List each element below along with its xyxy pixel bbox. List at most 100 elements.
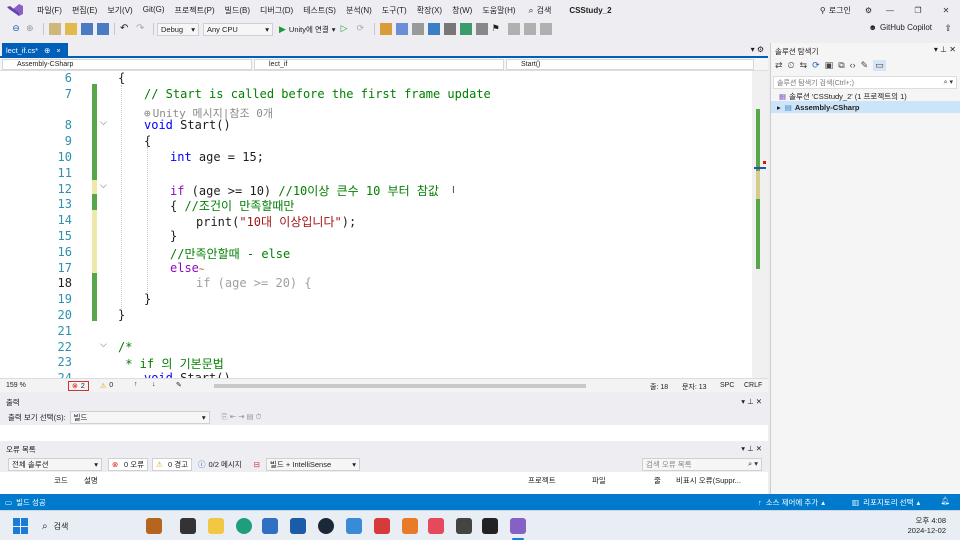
errors-filter-button[interactable]: ⊗ 0 오류 [108, 457, 148, 471]
code-line[interactable]: { //조건이 만족할때만 [170, 197, 294, 214]
sync-icon[interactable]: ⇄ [775, 60, 783, 71]
code-line[interactable]: if (age >= 10) //10이상 큰수 10 부터 참값 [170, 182, 439, 199]
column-suppression[interactable]: 비표시 오류(Suppr... [676, 475, 741, 486]
warnings-filter-button[interactable]: ⚠ 0 경고 [152, 457, 192, 471]
menu-item[interactable]: 도움말(H) [477, 5, 520, 16]
code-line[interactable]: { [118, 71, 125, 85]
taskbar-search[interactable]: ⌕ 검색 [36, 517, 140, 535]
menu-item[interactable]: 보기(V) [102, 5, 137, 16]
settings-icon[interactable]: ⚙ [865, 6, 872, 15]
expand-icon[interactable]: ▸ [777, 103, 781, 112]
share-icon[interactable]: ⇪ [944, 23, 952, 34]
platform-dropdown[interactable]: Any CPU ▾ [203, 22, 273, 36]
menu-search[interactable]: ⌕ 검색 [529, 5, 552, 16]
output-tools-icon[interactable]: ⎘ ⇤ ⇥ ▤ ⏱ [222, 412, 262, 422]
menu-item[interactable]: 디버그(D) [255, 5, 298, 16]
edge-icon[interactable] [236, 518, 252, 534]
toolbar-icon-b[interactable] [395, 23, 408, 35]
panel-controls-icon[interactable]: ▾ ⊥ ✕ [741, 397, 762, 406]
history-icon[interactable]: ⏲ [788, 60, 795, 71]
column-file[interactable]: 파일 [592, 475, 606, 486]
panel-controls-icon[interactable]: ▾ ⊥ ✕ [934, 45, 956, 54]
close-tab-icon[interactable]: × [56, 46, 60, 55]
menu-item[interactable]: 도구(T) [377, 5, 412, 16]
code-editor[interactable]: ⌵ ⌵ ⌵ {// Start is called before the fir… [0, 71, 768, 378]
error-search-input[interactable]: 검색 오류 목록 ⌕ ▾ [642, 457, 762, 471]
zoom-level[interactable]: 159 % [6, 382, 26, 389]
menu-item[interactable]: 프로젝트(P) [170, 5, 220, 16]
column-code[interactable]: 코드 [54, 475, 68, 486]
unity-hub-icon[interactable] [482, 518, 498, 534]
menu-item[interactable]: 확장(X) [412, 5, 447, 16]
code-line[interactable]: // Start is called before the first fram… [144, 87, 491, 101]
project-dropdown[interactable]: Assembly-CSharp [2, 59, 252, 70]
toolbar-icon-e[interactable] [443, 23, 456, 35]
toolbar-icon-c[interactable] [411, 23, 424, 35]
undo-icon[interactable]: ↶ [120, 23, 132, 35]
back-icon[interactable]: ⊖ [10, 23, 22, 35]
warning-indicator[interactable]: ⚠ 0 [100, 382, 113, 390]
refresh-icon[interactable]: ⟳ [812, 60, 820, 71]
photos-icon[interactable] [290, 518, 306, 534]
fold-icon[interactable]: ⌵ [100, 117, 107, 128]
minimize-button[interactable]: — [876, 6, 904, 15]
app-icon-pink[interactable] [428, 518, 444, 534]
preview-icon[interactable]: ▭ [873, 59, 886, 71]
code-line[interactable]: int age = 15; [170, 150, 264, 164]
code-line[interactable]: else~ [170, 261, 204, 275]
toolbar-icon-d[interactable] [427, 23, 440, 35]
toolbar-icon-i[interactable] [523, 23, 536, 35]
task-view-icon[interactable] [180, 518, 196, 534]
code-view-icon[interactable]: ‹› [850, 60, 856, 70]
steam-icon[interactable] [318, 518, 334, 534]
save-all-icon[interactable] [97, 23, 109, 35]
toolbar-icon-a[interactable] [379, 23, 392, 35]
menu-item[interactable]: 파일(F) [32, 5, 67, 16]
menu-item[interactable]: 분석(N) [341, 5, 377, 16]
unity-icon[interactable] [456, 518, 472, 534]
output-source-dropdown[interactable]: 빌드 ▾ [69, 410, 210, 424]
login-button[interactable]: 로그인 [829, 5, 851, 16]
file-explorer-icon[interactable] [208, 518, 224, 534]
open-icon[interactable] [65, 23, 77, 35]
forward-icon[interactable]: ⊕ [26, 23, 38, 35]
code-line[interactable]: } [118, 308, 125, 322]
copilot-button[interactable]: ☻ GitHub Copilot [869, 23, 932, 32]
code-line[interactable]: /* [118, 340, 132, 354]
fold-icon[interactable]: ⌵ [100, 180, 107, 191]
horizontal-scrollbar[interactable] [214, 384, 586, 388]
run-without-debug-icon[interactable]: ▷ [341, 23, 353, 35]
show-all-icon[interactable]: ⧉ [838, 60, 844, 71]
menu-item[interactable]: 편집(E) [67, 5, 102, 16]
windows-start-icon[interactable] [13, 518, 29, 534]
tab-overflow-icon[interactable]: ▾ ⚙ [751, 45, 764, 54]
code-line[interactable]: } [144, 292, 151, 306]
code-line[interactable]: if (age >= 20) { [196, 276, 312, 290]
menu-item[interactable]: 테스트(S) [298, 5, 341, 16]
line-ending[interactable]: CRLF [744, 382, 762, 389]
column-line[interactable]: 줄 [654, 475, 661, 486]
config-dropdown[interactable]: Debug ▾ [157, 22, 199, 36]
code-line[interactable]: print("10대 이상입니다"); [196, 213, 356, 230]
project-node[interactable]: ▸ ▤ Assembly-CSharp [771, 101, 960, 113]
code-line[interactable]: { [144, 134, 151, 148]
store-icon[interactable] [262, 518, 278, 534]
toolbar-icon-g[interactable] [475, 23, 488, 35]
code-cleanup-icon[interactable]: ✎ [176, 381, 182, 389]
code-line[interactable]: void Start() [144, 118, 231, 132]
menu-item[interactable]: 빌드(B) [220, 5, 255, 16]
member-dropdown[interactable]: Start() [506, 59, 754, 70]
code-line[interactable]: //만족안할때 - else [170, 245, 290, 262]
panel-controls-icon[interactable]: ▾ ⊥ ✕ [741, 444, 762, 453]
toolbar-icon-f[interactable] [459, 23, 472, 35]
line-number[interactable]: 줄: 18 [650, 382, 668, 392]
collapse-icon[interactable]: ▣ [825, 60, 834, 71]
clock[interactable]: 오후 4:08 2024-12-02 [908, 516, 946, 536]
notepad-icon[interactable] [346, 518, 362, 534]
notification-icon[interactable]: 🔔︎ [940, 496, 950, 505]
tab-lect-if[interactable]: lect_if.cs* ⊕ × [2, 43, 68, 58]
char-number[interactable]: 문자: 13 [682, 382, 707, 392]
widget-icon[interactable] [146, 518, 162, 534]
editor-scrollbar[interactable] [752, 71, 768, 378]
redo-icon[interactable]: ↷ [136, 23, 148, 35]
